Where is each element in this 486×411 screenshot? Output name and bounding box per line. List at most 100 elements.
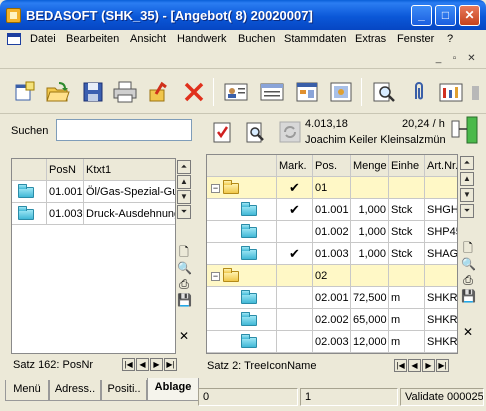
menu-handwerk[interactable]: Handwerk <box>177 33 227 45</box>
form-icon[interactable] <box>293 78 321 106</box>
document-list-icon[interactable] <box>258 78 286 106</box>
last-record-button[interactable]: ⏷ <box>460 204 474 218</box>
mdi-close-button[interactable]: ✕ <box>464 52 479 66</box>
column-header-ktxt1[interactable]: Ktxt1 <box>84 159 175 181</box>
preview-magnifier-icon[interactable] <box>370 78 398 106</box>
left-grid-nav: ⏶ ▲ ▼ ⏷ <box>176 160 192 220</box>
column-header-einheit[interactable]: Einhe <box>389 155 425 177</box>
open-folder-icon[interactable] <box>44 78 72 106</box>
mark-checkbox[interactable] <box>277 221 313 243</box>
folder-icon <box>223 267 240 282</box>
first-record-button[interactable]: ⏶ <box>177 160 191 174</box>
prev-record-button[interactable]: ▲ <box>177 175 191 189</box>
table-row[interactable]: ✔01.0011,000StckSHGHK <box>207 199 457 221</box>
close-button[interactable]: ✕ <box>459 5 480 26</box>
table-row[interactable]: 02.00265,000mSHKR2 <box>207 309 457 331</box>
attachment-icon[interactable] <box>405 78 433 106</box>
column-header-mark[interactable]: Mark. <box>277 155 313 177</box>
mark-checkbox[interactable]: ✔ <box>277 199 313 221</box>
next-record-button[interactable]: ▼ <box>177 190 191 204</box>
save-icon[interactable]: 💾 <box>461 289 476 303</box>
nav-next-button[interactable]: ▶ <box>422 359 435 372</box>
new-record-icon[interactable]: 🗋 <box>177 245 191 259</box>
row-einheit: m <box>389 331 425 353</box>
mdi-minimize-button[interactable]: _ <box>431 52 446 66</box>
menu-stammdaten[interactable]: Stammdaten <box>284 33 346 45</box>
delete-icon[interactable]: ✕ <box>461 325 475 339</box>
print-icon[interactable]: ⎙ <box>177 277 191 291</box>
document-icon[interactable] <box>7 33 21 45</box>
minimize-button[interactable]: _ <box>411 5 432 26</box>
menu-bearbeiten[interactable]: Bearbeiten <box>66 33 119 45</box>
search-icon[interactable]: 🔍 <box>461 257 476 271</box>
save-icon[interactable]: 💾 <box>177 293 192 307</box>
menu-buchen[interactable]: Buchen <box>238 33 275 45</box>
nav-last-button[interactable]: ▶| <box>164 358 177 371</box>
save-icon[interactable] <box>79 78 107 106</box>
chart-icon[interactable] <box>437 78 465 106</box>
app-icon[interactable] <box>6 8 21 23</box>
row-artnr: SHKR2 <box>425 309 457 331</box>
table-row[interactable]: 02.00172,500mSHKR1 <box>207 287 457 309</box>
table-row[interactable]: 02.00312,000mSHKR2 <box>207 331 457 353</box>
table-row[interactable]: 01.0021,000StckSHP45 <box>207 221 457 243</box>
mark-checkbox[interactable] <box>277 265 313 287</box>
menu-extras[interactable]: Extras <box>355 33 386 45</box>
mark-checkbox[interactable]: ✔ <box>277 243 313 265</box>
print-icon[interactable]: ⎙ <box>461 273 475 287</box>
prev-record-button[interactable]: ▲ <box>460 172 474 186</box>
checklist-icon[interactable] <box>208 118 236 146</box>
column-header-menge[interactable]: Menge <box>351 155 389 177</box>
collapse-icon[interactable]: − <box>211 183 220 193</box>
mark-checkbox[interactable] <box>277 331 313 353</box>
first-record-button[interactable]: ⏶ <box>460 156 474 170</box>
last-record-button[interactable]: ⏷ <box>177 205 191 219</box>
title-bar[interactable]: BEDASOFT (SHK_35) - [Angebot( 8) 2002000… <box>0 0 486 30</box>
collapse-icon[interactable]: − <box>211 271 220 281</box>
tree-group-row[interactable]: − 02 <box>207 265 457 287</box>
export-arrow-icon[interactable] <box>144 78 172 106</box>
delete-icon[interactable] <box>180 78 208 106</box>
nav-last-button[interactable]: ▶| <box>436 359 449 372</box>
column-header-posn[interactable]: PosN <box>47 159 84 181</box>
table-row[interactable]: 01.003 Druck-Ausdehnung <box>12 203 175 225</box>
menu-fenster[interactable]: Fenster <box>397 33 434 45</box>
refresh-icon[interactable] <box>276 118 304 146</box>
row-artnr: SHP45 <box>425 221 457 243</box>
menu-help[interactable]: ? <box>447 33 453 45</box>
mdi-restore-button[interactable]: ▫ <box>447 52 462 66</box>
row-posn: 01.001 <box>47 181 84 203</box>
column-header-pos[interactable]: Pos. <box>313 155 351 177</box>
right-grid-header: Mark. Pos. Menge Einhe Art.Nr. <box>207 155 457 177</box>
left-grid-status: Satz 162: PosNr <box>13 359 94 371</box>
table-row[interactable]: ✔01.0031,000StckSHAGF <box>207 243 457 265</box>
new-record-icon[interactable]: 🗋 <box>461 241 475 255</box>
tree-group-row[interactable]: − ✔ 01 <box>207 177 457 199</box>
left-positions-grid[interactable]: PosN Ktxt1 01.001 Öl/Gas-Spezial-Gus 01.… <box>11 158 176 354</box>
menu-datei[interactable]: Datei <box>30 33 56 45</box>
maximize-button[interactable]: □ <box>435 5 456 26</box>
next-record-button[interactable]: ▼ <box>460 188 474 202</box>
column-header-artnr[interactable]: Art.Nr. <box>425 155 457 177</box>
print-icon[interactable] <box>111 78 139 106</box>
mark-checkbox[interactable] <box>277 309 313 331</box>
nav-prev-button[interactable]: ◀ <box>136 358 149 371</box>
right-positions-tree-grid[interactable]: Mark. Pos. Menge Einhe Art.Nr. − ✔ 01 ✔ 01.… <box>206 154 458 354</box>
new-document-icon[interactable] <box>10 78 38 106</box>
search-document-icon[interactable] <box>241 118 269 146</box>
nav-prev-button[interactable]: ◀ <box>408 359 421 372</box>
nav-first-button[interactable]: |◀ <box>122 358 135 371</box>
nav-first-button[interactable]: |◀ <box>394 359 407 372</box>
search-input[interactable] <box>56 119 192 141</box>
menu-ansicht[interactable]: Ansicht <box>130 33 166 45</box>
delete-icon[interactable]: ✕ <box>177 329 191 343</box>
toolbar-overflow-icon[interactable] <box>469 78 483 106</box>
tree-link-icon[interactable] <box>450 116 480 144</box>
search-icon[interactable]: 🔍 <box>177 261 192 275</box>
nav-next-button[interactable]: ▶ <box>150 358 163 371</box>
mark-checkbox[interactable] <box>277 287 313 309</box>
settings-sheet-icon[interactable] <box>327 78 355 106</box>
mark-checkbox[interactable]: ✔ <box>277 177 313 199</box>
table-row[interactable]: 01.001 Öl/Gas-Spezial-Gus <box>12 181 175 203</box>
address-card-icon[interactable] <box>222 78 250 106</box>
